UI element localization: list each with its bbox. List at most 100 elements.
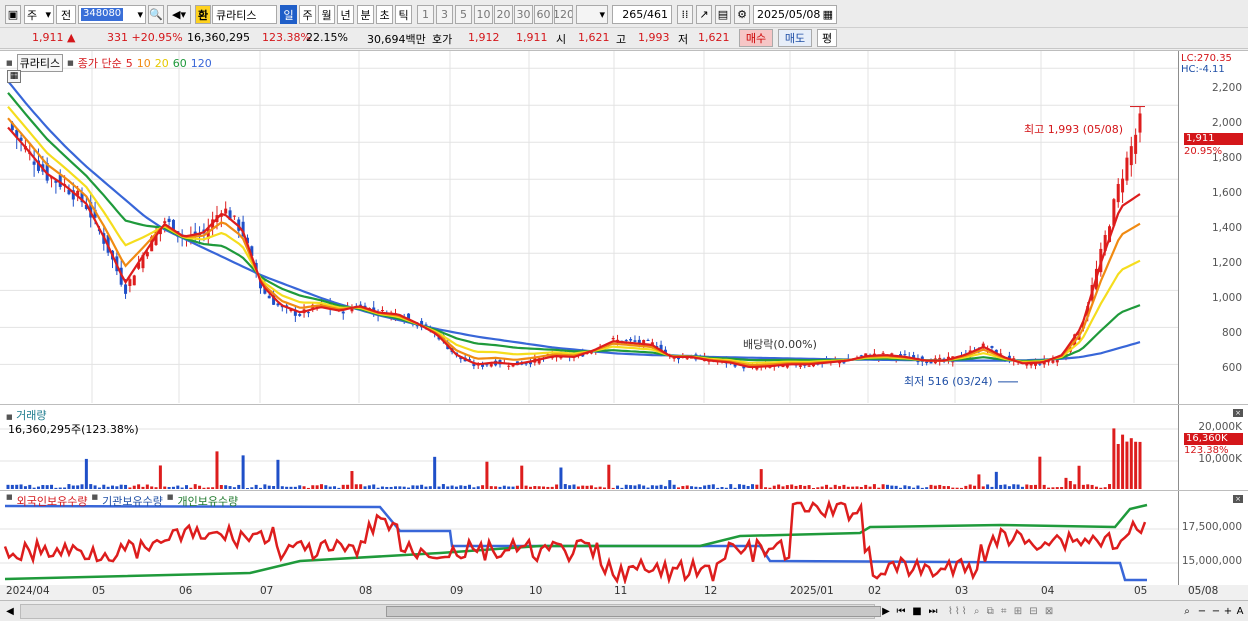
- sell-button[interactable]: 매도: [778, 29, 812, 47]
- chevron-down-icon: ▾: [45, 8, 51, 21]
- type-select[interactable]: 주 ▾: [24, 5, 54, 24]
- zoom-out-icon[interactable]: −: [1197, 604, 1207, 619]
- table-icon[interactable]: ▦: [7, 70, 21, 83]
- last-price-tag: 1,911: [1184, 133, 1243, 145]
- stop-icon[interactable]: ■: [911, 604, 923, 619]
- volume-bar: [555, 484, 559, 489]
- candle-body: [1121, 178, 1125, 193]
- date-field[interactable]: 2025/05/08 ▦: [753, 5, 837, 24]
- volume-bar: [272, 486, 276, 489]
- period-week[interactable]: 주: [299, 5, 316, 24]
- volume-bar: [411, 485, 415, 489]
- volume-bar: [585, 485, 589, 489]
- scrollbar-thumb[interactable]: [386, 606, 881, 617]
- volume-bar: [6, 484, 10, 489]
- save-icon[interactable]: ▤: [715, 5, 731, 24]
- layout-icon[interactable]: ▣: [5, 5, 21, 24]
- bullet-icon: ■: [6, 413, 13, 421]
- drawing-tools[interactable]: ⌇⌇⌇ ⌕ ⧉ ⌗ ⊞ ⊟ ⊠: [948, 604, 1178, 619]
- stock-name-field[interactable]: 큐라티스: [212, 5, 277, 24]
- period-day[interactable]: 일: [280, 5, 297, 24]
- interval-20[interactable]: 20: [494, 5, 513, 24]
- candle-body: [232, 215, 236, 217]
- y-tick: 600: [1221, 362, 1242, 374]
- buy-button[interactable]: 매수: [739, 29, 773, 47]
- volume-bar: [119, 484, 123, 489]
- period-second[interactable]: 초: [376, 5, 393, 24]
- volume-bar: [1108, 484, 1112, 489]
- volume-bar: [646, 487, 650, 489]
- close-icon[interactable]: ×: [1233, 495, 1243, 503]
- count-field[interactable]: 265/461: [612, 5, 672, 24]
- zoom-in-icon[interactable]: +: [1223, 604, 1233, 619]
- volume-bar: [1034, 484, 1038, 489]
- interval-10[interactable]: 10: [474, 5, 493, 24]
- volume-bar: [219, 485, 223, 489]
- chevron-down-icon: ▾: [599, 8, 605, 21]
- interval-custom-select[interactable]: ▾: [576, 5, 608, 24]
- volume-bar: [672, 484, 676, 489]
- eval-button[interactable]: 평: [817, 29, 837, 47]
- scroll-left-icon[interactable]: ◀: [4, 604, 16, 619]
- interval-5[interactable]: 5: [455, 5, 472, 24]
- speaker-icon[interactable]: ◀▾: [167, 5, 191, 24]
- volume-bar: [23, 486, 27, 489]
- scrollbar-track[interactable]: [20, 604, 881, 619]
- interval-3[interactable]: 3: [436, 5, 453, 24]
- volume-bar: [598, 486, 602, 489]
- volume-bar: [550, 486, 554, 489]
- zoom-reset-icon[interactable]: −: [1211, 604, 1221, 619]
- volume-bar: [124, 484, 128, 489]
- interval-30[interactable]: 30: [514, 5, 533, 24]
- volume-bar: [1003, 484, 1007, 489]
- volume-bar: [333, 486, 337, 489]
- code-input[interactable]: 348080 ▾: [78, 5, 146, 24]
- bullet-icon: ■: [166, 493, 174, 501]
- y-tick: 15,000,000: [1181, 555, 1242, 567]
- volume-bar: [1068, 480, 1072, 489]
- candle-body: [629, 339, 633, 341]
- volume-bar: [768, 487, 772, 489]
- volume-bar: [1099, 487, 1103, 489]
- volume-bar: [642, 485, 646, 489]
- interval-120[interactable]: 120: [554, 5, 573, 24]
- font-size-icon[interactable]: A: [1235, 604, 1245, 619]
- volume-bar: [803, 485, 807, 489]
- y-tick: 2,000: [1211, 117, 1242, 129]
- period-tick[interactable]: 틱: [395, 5, 412, 24]
- stock-label[interactable]: 큐라티스: [16, 54, 64, 72]
- current-price: 1,911 ▲: [32, 31, 76, 44]
- last-icon[interactable]: ⏭: [927, 604, 939, 619]
- close-icon[interactable]: ×: [1233, 409, 1243, 417]
- zoom-icon[interactable]: ⌕: [1181, 604, 1193, 619]
- volume-panel: 20,000K 10,000K 16,360K 123.38% ■ 거래량 16…: [0, 404, 1248, 490]
- volume-bar: [637, 484, 641, 489]
- quote-label: 호가: [432, 33, 453, 46]
- volume-bar: [846, 486, 850, 489]
- low-annotation: 최저 516 (03/24): [904, 375, 993, 388]
- grid-icon[interactable]: ⁞⁞: [677, 5, 693, 24]
- period-year[interactable]: 년: [337, 5, 354, 24]
- scroll-right-icon[interactable]: ▶: [880, 604, 892, 619]
- volume-bar: [441, 484, 445, 489]
- volume-bar: [1038, 456, 1042, 489]
- draw-icon[interactable]: ↗: [696, 5, 712, 24]
- interval-60[interactable]: 60: [534, 5, 553, 24]
- volume-value-label: 16,360,295주(123.38%): [8, 423, 139, 436]
- volume-bar: [907, 486, 911, 489]
- search-icon[interactable]: 🔍: [148, 5, 164, 24]
- volume-bar: [259, 487, 263, 489]
- high-value: 1,993: [638, 31, 670, 44]
- interval-1[interactable]: 1: [417, 5, 434, 24]
- volume-bar: [10, 484, 14, 489]
- price-chart: [0, 51, 1178, 403]
- first-icon[interactable]: ⏮: [895, 604, 907, 619]
- period-month[interactable]: 월: [318, 5, 335, 24]
- scope-select[interactable]: 전: [56, 5, 76, 24]
- gear-icon[interactable]: ⚙: [734, 5, 750, 24]
- period-minute[interactable]: 분: [357, 5, 374, 24]
- volume-bar: [232, 487, 236, 489]
- volume-bar: [50, 484, 54, 489]
- volume-bar: [581, 485, 585, 489]
- volume-bar: [1073, 484, 1077, 489]
